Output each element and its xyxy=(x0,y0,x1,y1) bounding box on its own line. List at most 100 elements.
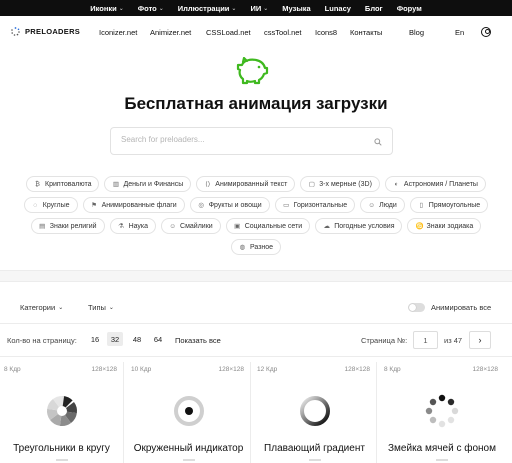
category-chip-label: Деньги и Финансы xyxy=(123,180,184,188)
science-icon: ⚗ xyxy=(118,222,124,230)
frame-count: 12 Кдр xyxy=(257,366,278,373)
preloader-preview xyxy=(253,394,376,428)
category-chip-label: Круглые xyxy=(42,201,70,209)
nav-link-animizer[interactable]: Animizer.net xyxy=(150,28,191,37)
category-chip-label: Горизонтальные xyxy=(293,201,348,209)
topbar-item[interactable]: Музыка xyxy=(282,4,310,13)
language-switch[interactable]: En xyxy=(455,28,464,37)
category-chip[interactable]: ⟨⟩ Анимированный текст xyxy=(196,176,296,192)
nav-link-cssload[interactable]: CSSLoad.net xyxy=(206,28,251,37)
category-chip-label: Криптовалюта xyxy=(45,180,92,188)
per-page-option-64[interactable]: 64 xyxy=(150,332,166,346)
social-icon: ▣ xyxy=(234,222,241,230)
category-chip-label: Наука xyxy=(128,222,149,230)
category-chip[interactable]: ▯ Прямоугольные xyxy=(409,197,489,213)
category-chip[interactable]: ☺ Люди xyxy=(360,197,405,213)
categories-dropdown[interactable]: Категории ⌄ xyxy=(20,303,63,312)
page-number-input[interactable]: 1 xyxy=(413,331,438,349)
misc-icon: ◍ xyxy=(239,243,246,251)
category-chip[interactable]: ⚑ Анимированные флаги xyxy=(82,197,185,213)
category-chip-label: Прямоугольные xyxy=(428,201,481,209)
topbar-item[interactable]: Фото ⌄ xyxy=(138,4,164,13)
category-chip[interactable]: ▢ 3-х мерные (3D) xyxy=(300,176,380,192)
category-chip-label: Анимированный текст xyxy=(215,180,288,188)
search-box[interactable] xyxy=(110,127,393,155)
card-underline xyxy=(436,459,448,461)
chevron-down-icon: ⌄ xyxy=(58,305,64,311)
filters-bar: Категории ⌄ Типы ⌄ Анимировать все xyxy=(0,300,512,316)
topbar-item[interactable]: Блог xyxy=(365,4,383,13)
nav-link-iconizer[interactable]: Iconizer.net xyxy=(99,28,137,37)
frame-count: 10 Кдр xyxy=(131,366,152,373)
user-icon[interactable] xyxy=(481,27,491,37)
topbar-item[interactable]: Иконки ⌄ xyxy=(90,4,124,13)
topbar-item[interactable]: Иллюстрации ⌄ xyxy=(178,4,237,13)
zodiac-icon: ♋ xyxy=(415,222,424,230)
topbar-item[interactable]: Lunacy xyxy=(325,4,351,13)
category-chip[interactable]: ☺ Смайлики xyxy=(161,218,221,234)
section-divider xyxy=(0,271,512,281)
divider-line xyxy=(0,281,512,282)
gradient-ring-preloader xyxy=(299,396,330,426)
show-all-link[interactable]: Показать все xyxy=(175,336,221,345)
category-chip[interactable]: ◎ Фрукты и овощи xyxy=(189,197,270,213)
preloader-card[interactable]: 8 Кдр 128×128 Змейка мячей с фоном xyxy=(380,362,504,463)
search-input[interactable] xyxy=(121,135,361,144)
types-dropdown-label: Типы xyxy=(88,303,106,312)
category-chip[interactable]: ◌ Круглые xyxy=(23,197,78,213)
category-chip[interactable]: ▤ Знаки религий xyxy=(30,218,105,234)
category-row: ₿ Криптовалюта ▥ Деньги и Финансы ⟨⟩ Анимиров… xyxy=(0,176,512,192)
category-chip-label: Люди xyxy=(379,201,397,209)
nav-link-csstool[interactable]: cssTool.net xyxy=(264,28,302,37)
nav-link-icons8[interactable]: Icons8 xyxy=(315,28,337,37)
category-chip-label: Анимированные флаги xyxy=(101,201,177,209)
ring-indicator-preloader xyxy=(173,396,204,426)
preloader-card[interactable]: 10 Кдр 128×128 Окруженный индикатор xyxy=(127,362,251,463)
per-page-option-16[interactable]: 16 xyxy=(87,332,103,346)
animate-all-toggle[interactable] xyxy=(408,303,425,312)
crypto-icon: ₿ xyxy=(35,180,40,188)
category-chip[interactable]: ♋ Знаки зодиака xyxy=(407,218,482,234)
frame-count: 8 Кдр xyxy=(4,366,21,373)
category-chip-label: Астрономия / Планеты xyxy=(403,180,478,188)
category-chip[interactable]: ◐ Астрономия / Планеты xyxy=(384,176,486,192)
category-chip[interactable]: ▥ Деньги и Финансы xyxy=(104,176,192,192)
topbar-item-label: Иллюстрации xyxy=(177,3,230,13)
category-chip[interactable]: ◍ Разное xyxy=(230,239,282,255)
topbar-item-label: ИИ xyxy=(250,3,262,13)
topbar-item-label: Блог xyxy=(364,3,383,13)
page-total-label: из 47 xyxy=(444,336,463,345)
category-row: ◍ Разное xyxy=(0,239,512,255)
types-dropdown[interactable]: Типы ⌄ xyxy=(88,303,114,312)
page-title: Бесплатная анимация загрузки xyxy=(124,94,388,113)
category-chip[interactable]: ☁ Погодные условия xyxy=(315,218,403,234)
flag-icon: ⚑ xyxy=(91,201,97,209)
category-chip-label: Погодные условия xyxy=(334,222,395,230)
topbar-item[interactable]: ИИ ⌄ xyxy=(250,4,268,13)
search-icon[interactable] xyxy=(374,138,382,146)
per-page-option-32[interactable]: 32 xyxy=(107,332,123,346)
religion-icon: ▤ xyxy=(39,222,46,230)
topbar-item-label: Фото xyxy=(137,3,157,13)
category-chip-label: Смайлики xyxy=(180,222,213,230)
nav-link-contacts[interactable]: Контакты xyxy=(350,28,382,37)
next-page-button[interactable]: › xyxy=(469,331,491,349)
category-chip-label: Знаки зодиака xyxy=(426,222,474,230)
category-chip[interactable]: ▣ Социальные сети xyxy=(225,218,311,234)
category-chips: ₿ Криптовалюта ▥ Деньги и Финансы ⟨⟩ Анимиров… xyxy=(0,176,512,260)
topbar-item-label: Музыка xyxy=(282,3,311,13)
category-chip[interactable]: ⚗ Наука xyxy=(109,218,157,234)
topbar-item[interactable]: Форум xyxy=(397,4,422,13)
people-icon: ☺ xyxy=(368,201,375,209)
per-page-option-48[interactable]: 48 xyxy=(129,332,145,346)
chevron-down-icon: ⌄ xyxy=(263,5,269,12)
category-chip[interactable]: ₿ Криптовалюта xyxy=(26,176,100,192)
nav-link-blog[interactable]: Blog xyxy=(409,28,424,37)
logo[interactable]: PRELOADERS xyxy=(11,27,80,36)
preloader-card[interactable]: 8 Кдр 128×128 Треугольники в кругу xyxy=(0,362,124,463)
rectangle-icon: ▯ xyxy=(419,201,424,209)
category-chip[interactable]: ▭ Горизонтальные xyxy=(274,197,356,213)
triangles-circle-preloader xyxy=(46,396,77,426)
preloader-card[interactable]: 12 Кдр 128×128 Плавающий градиент xyxy=(253,362,377,463)
preloader-title: Треугольники в кругу xyxy=(13,443,110,454)
